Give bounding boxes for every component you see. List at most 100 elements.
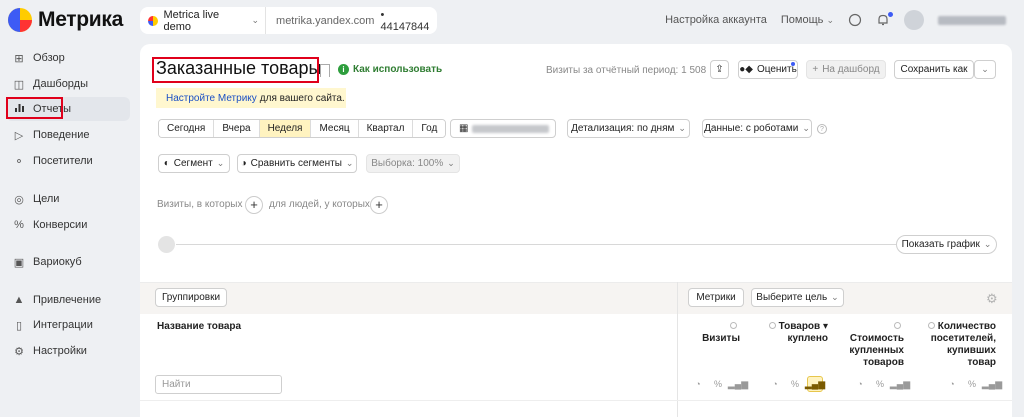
add-visit-filter-button[interactable]: + (245, 196, 263, 214)
bar-view-icon[interactable]: ▂▄▆ (890, 376, 910, 392)
column-divider (677, 282, 678, 417)
column-header-buyers[interactable]: Количество посетителей, купивших товар (926, 321, 996, 369)
period-week[interactable]: Неделя (259, 120, 312, 137)
account-settings-link[interactable]: Настройка аккаунта (665, 14, 767, 26)
choose-goal-dropdown[interactable]: Выберите цель ⌄ (751, 288, 844, 307)
segment-button[interactable]: ◐ Сегмент ⌄ (158, 154, 230, 173)
percent-view-icon[interactable]: % (710, 376, 726, 392)
save-as-dropdown[interactable]: ⌄ (974, 60, 996, 79)
show-chart-label: Показать график (901, 239, 980, 250)
username-blurred[interactable] (938, 15, 1006, 25)
groupings-label: Группировки (161, 292, 221, 303)
sidebar-item-goals[interactable]: ◎ Цели (6, 187, 130, 211)
how-to-use-label: Как использовать (353, 64, 443, 75)
data-mode-dropdown[interactable]: Данные: с роботами ⌄ (702, 119, 812, 138)
detail-dropdown[interactable]: Детализация: по дням ⌄ (567, 119, 690, 138)
data-mode-label: Данные: с роботами (704, 123, 799, 134)
bar-view-icon[interactable]: ▂▄▆ (982, 376, 1002, 392)
table-settings-gear-icon[interactable]: ⚙ (986, 291, 998, 307)
how-to-use-link[interactable]: i Как использовать (338, 64, 442, 75)
dashboard-icon: ◫ (13, 78, 25, 91)
chart-collapsed-line (176, 244, 896, 245)
bar-view-icon[interactable]: ▂▄▆ (728, 376, 748, 392)
export-button[interactable]: ⇪ (710, 60, 729, 79)
pie-view-icon[interactable]: ◔ (944, 376, 960, 392)
sidebar-item-label: Привлечение (33, 294, 102, 306)
column-label: Визиты (702, 333, 740, 344)
chat-icon[interactable] (848, 13, 862, 27)
sidebar-item-integrations[interactable]: ▯ Интеграции (6, 313, 130, 337)
period-quarter[interactable]: Квартал (358, 120, 414, 137)
percent-view-icon[interactable]: % (964, 376, 980, 392)
sidebar-item-label: Цели (33, 193, 60, 205)
sidebar-item-visitors[interactable]: ⚬ Посетители (6, 149, 130, 173)
percent-view-icon[interactable]: % (872, 376, 888, 392)
save-as-label: Сохранить как (900, 64, 968, 75)
chevron-down-icon: ⌄ (447, 158, 455, 168)
help-menu[interactable]: Помощь ⌄ (781, 14, 834, 26)
sidebar-item-label: Настройки (33, 345, 87, 357)
logo[interactable]: Метрика (8, 8, 123, 32)
avatar[interactable] (904, 10, 924, 30)
sidebar-item-acquisition[interactable]: ▲ Привлечение (6, 288, 130, 312)
rate-label: Оценить (756, 64, 797, 75)
column-header-cost[interactable]: Стоимость купленных товаров (840, 321, 904, 369)
period-year[interactable]: Год (413, 120, 446, 137)
compare-segments-button[interactable]: ◑ Сравнить сегменты ⌄ (237, 154, 357, 173)
sidebar-item-conversions[interactable]: % Конверсии (6, 213, 130, 237)
metrics-button[interactable]: Метрики (688, 288, 744, 307)
column-header-visits[interactable]: Визиты (693, 321, 740, 345)
bar-view-icon[interactable]: ▂▄▆ (805, 376, 825, 392)
period-yesterday[interactable]: Вчера (214, 120, 260, 137)
date-range-picker[interactable]: ▦ (450, 119, 556, 138)
sidebar-item-variocube[interactable]: ▣ Вариокуб (6, 250, 130, 274)
setup-metrika-link[interactable]: Настройте Метрику (166, 93, 257, 104)
product-search-input[interactable] (155, 375, 282, 394)
column-label: куплено (787, 333, 828, 344)
sample-dropdown[interactable]: Выборка: 100% ⌄ (366, 154, 460, 173)
column-label: купивших (947, 345, 996, 356)
counter-name: Metrica live demo (163, 8, 220, 33)
sidebar-item-dashboards[interactable]: ◫ Дашборды (6, 72, 130, 96)
flame-icon: ▲ (13, 294, 25, 306)
pie-view-icon[interactable]: ◔ (690, 376, 706, 392)
bookmark-icon[interactable] (320, 64, 330, 77)
pie-view-icon[interactable]: ◔ (767, 376, 783, 392)
sidebar-item-label: Конверсии (33, 219, 88, 231)
gear-icon: ⚙ (14, 345, 24, 358)
visits-view-modes: ◔ % ▂▄▆ (690, 376, 748, 392)
cost-view-modes: ◔ % ▂▄▆ (852, 376, 910, 392)
people-icon: ⚬ (14, 155, 24, 168)
groupings-button[interactable]: Группировки (155, 288, 227, 307)
help-label: Помощь (780, 14, 824, 26)
visits-total: Визиты за отчётный период: 1 508 (546, 65, 707, 76)
period-month[interactable]: Месяц (311, 120, 359, 137)
column-header-product-name[interactable]: Название товара (157, 321, 241, 332)
sidebar-item-overview[interactable]: ⊞ Обзор (6, 46, 130, 70)
show-chart-button[interactable]: Показать график ⌄ (896, 235, 997, 254)
add-to-dashboard-button[interactable]: + На дашборд (806, 60, 886, 79)
counter-status-icon (148, 15, 158, 26)
for-people-label: для людей, у которых (269, 199, 370, 210)
add-to-dashboard-label: На дашборд (822, 64, 880, 75)
rate-button[interactable]: ●◆ Оценить (738, 60, 798, 79)
sample-label: Выборка: 100% (371, 158, 444, 169)
counter-id: • 44147844 (380, 9, 437, 33)
period-today[interactable]: Сегодня (159, 120, 215, 137)
pie-view-icon[interactable]: ◔ (852, 376, 868, 392)
notification-dot (888, 12, 893, 17)
percent-view-icon[interactable]: % (787, 376, 803, 392)
puzzle-icon: ▯ (15, 319, 23, 332)
sidebar-item-behavior[interactable]: ▷ Поведение (6, 123, 130, 147)
period-selector: Сегодня Вчера Неделя Месяц Квартал Год (158, 119, 447, 138)
help-icon (894, 322, 901, 329)
sidebar-item-settings[interactable]: ⚙ Настройки (6, 339, 130, 363)
bell-icon[interactable] (876, 12, 893, 27)
add-people-filter-button[interactable]: + (370, 196, 388, 214)
help-icon[interactable]: ? (817, 124, 827, 134)
save-as-button[interactable]: Сохранить как (894, 60, 974, 79)
chevron-down-icon: ⌄ (216, 158, 225, 168)
counter-selector[interactable]: Metrica live demo ⌄ (140, 7, 267, 34)
counter-site: metrika.yandex.com (276, 14, 375, 27)
column-header-items-bought[interactable]: Товаров ▾ куплено (766, 321, 828, 345)
